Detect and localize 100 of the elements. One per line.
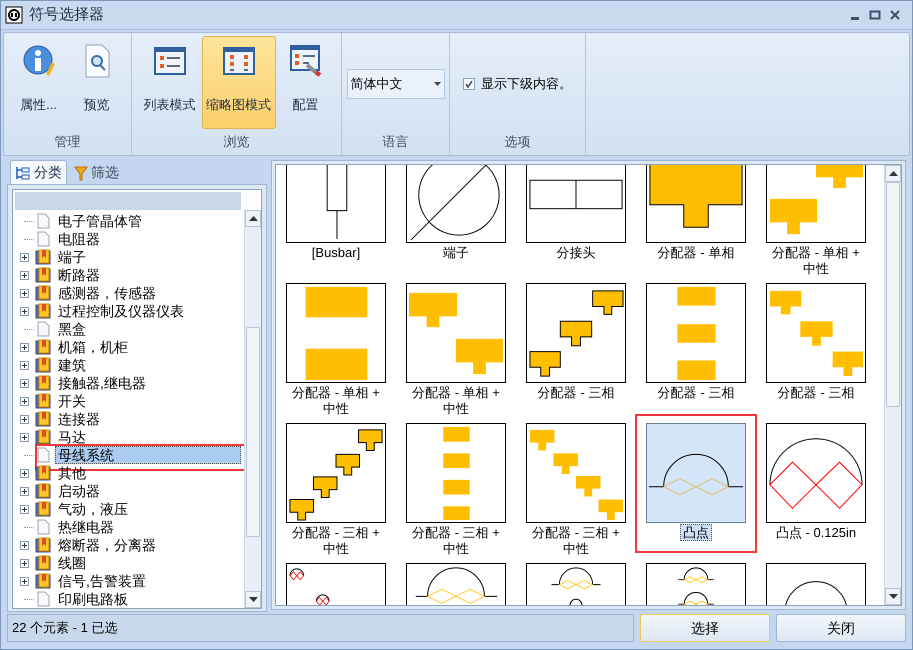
document-icon bbox=[35, 321, 51, 337]
expand-toggle[interactable] bbox=[20, 540, 28, 550]
expand-toggle[interactable] bbox=[20, 468, 28, 478]
symbol-thumbnail[interactable] bbox=[526, 165, 626, 243]
expand-toggle[interactable] bbox=[20, 270, 28, 280]
expand-toggle[interactable] bbox=[20, 396, 28, 406]
scroll-up-icon[interactable] bbox=[248, 216, 258, 221]
tree-item[interactable]: 熔断器，分离器 bbox=[55, 536, 159, 554]
tree-item[interactable]: 马达 bbox=[55, 428, 89, 446]
tab[interactable]: 分类 bbox=[10, 160, 67, 184]
book-icon bbox=[35, 393, 51, 409]
symbol-thumbnail[interactable] bbox=[646, 165, 746, 243]
symbol-thumbnail[interactable] bbox=[646, 423, 746, 523]
expand-toggle[interactable] bbox=[20, 378, 28, 388]
symbol-thumbnail[interactable] bbox=[526, 283, 626, 383]
language-dropdown[interactable]: 简体中文 bbox=[346, 69, 444, 99]
book-icon bbox=[35, 465, 51, 481]
dialog-button[interactable]: 关闭 bbox=[776, 614, 906, 642]
symbol-thumbnail[interactable] bbox=[286, 165, 386, 243]
expand-toggle[interactable] bbox=[20, 360, 28, 370]
symbol-label: 分配器 - 三相 + 中性 bbox=[531, 525, 621, 557]
book-icon bbox=[35, 411, 51, 427]
group-label: 语言 bbox=[382, 133, 408, 152]
scroll-up-icon[interactable] bbox=[888, 171, 898, 176]
symbol-label: 分配器 - 三相 bbox=[776, 385, 856, 401]
scrollbar[interactable] bbox=[884, 165, 901, 605]
tree-item[interactable]: 电子管晶体管 bbox=[55, 212, 145, 230]
book-icon bbox=[35, 357, 51, 373]
tree-item[interactable]: 连接器 bbox=[55, 410, 103, 428]
symbol-thumbnail[interactable] bbox=[406, 283, 506, 383]
maximize-icon[interactable] bbox=[868, 8, 882, 22]
tree-item[interactable]: 机箱，机柜 bbox=[55, 338, 131, 356]
expand-toggle[interactable] bbox=[20, 342, 28, 352]
document-icon bbox=[35, 519, 51, 535]
checkbox[interactable] bbox=[463, 78, 475, 90]
document-icon bbox=[35, 213, 51, 229]
tree-item[interactable]: 线圈 bbox=[55, 554, 89, 572]
expand-toggle[interactable] bbox=[20, 576, 28, 586]
close-icon[interactable] bbox=[888, 8, 902, 22]
info-icon bbox=[22, 44, 56, 78]
tree-item[interactable]: 母线系统 bbox=[55, 446, 241, 464]
book-icon bbox=[35, 573, 51, 589]
symbol-label: 分配器 - 单相 + 中性 bbox=[411, 385, 501, 417]
tree-item[interactable]: 断路器 bbox=[55, 266, 103, 284]
scroll-down-icon[interactable] bbox=[888, 594, 898, 599]
tree-item[interactable]: 电阻器 bbox=[55, 230, 103, 248]
expand-toggle[interactable] bbox=[20, 414, 28, 424]
tree-item[interactable]: 接触器,继电器 bbox=[55, 374, 149, 392]
book-icon bbox=[35, 375, 51, 391]
ribbon-button[interactable]: 缩略图模式 bbox=[202, 36, 276, 129]
book-icon bbox=[35, 267, 51, 283]
tree-item[interactable]: 印刷电路板 bbox=[55, 590, 131, 608]
expand-toggle[interactable] bbox=[20, 504, 28, 514]
book-icon bbox=[35, 249, 51, 265]
tree-item[interactable]: 开关 bbox=[55, 392, 89, 410]
status-text: 22 个元素 - 1 已选 bbox=[7, 614, 634, 642]
tree-item[interactable]: 建筑 bbox=[55, 356, 89, 374]
tree-item[interactable]: 感测器，传感器 bbox=[55, 284, 159, 302]
book-icon bbox=[35, 537, 51, 553]
checkbox-label: 显示下级内容。 bbox=[481, 75, 572, 94]
dialog-button[interactable]: 选择 bbox=[640, 614, 770, 642]
ribbon-button[interactable]: 预览 bbox=[68, 36, 124, 129]
expand-toggle[interactable] bbox=[20, 306, 28, 316]
symbol-label: 分配器 - 三相 bbox=[536, 385, 616, 401]
symbol-thumbnail[interactable] bbox=[766, 423, 866, 523]
expand-toggle[interactable] bbox=[20, 558, 28, 568]
ribbon-button[interactable]: 配置 bbox=[278, 36, 334, 129]
expand-toggle[interactable] bbox=[20, 486, 28, 496]
scroll-down-icon[interactable] bbox=[248, 597, 258, 602]
symbol-thumbnail[interactable] bbox=[406, 423, 506, 523]
symbol-label: 分配器 - 单相 + 中性 bbox=[291, 385, 381, 417]
symbol-thumbnail[interactable] bbox=[766, 165, 866, 243]
ribbon-button[interactable]: 列表模式 bbox=[140, 36, 200, 129]
symbol-drawing bbox=[784, 581, 848, 605]
app-icon bbox=[5, 6, 23, 24]
document-search-icon bbox=[82, 44, 110, 78]
expand-toggle[interactable] bbox=[20, 288, 28, 298]
scroll-thumb[interactable] bbox=[246, 327, 260, 537]
expand-toggle[interactable] bbox=[20, 252, 28, 262]
ribbon-button[interactable]: 属性... bbox=[10, 36, 66, 129]
tree-item[interactable]: 热继电器 bbox=[55, 518, 117, 536]
symbol-drawing bbox=[678, 567, 714, 605]
symbol-thumbnail[interactable] bbox=[766, 283, 866, 383]
symbol-label: 端子 bbox=[442, 245, 470, 261]
tree-item[interactable]: 端子 bbox=[55, 248, 89, 266]
tree-item[interactable]: 气动，液压 bbox=[55, 500, 131, 518]
settings-icon bbox=[290, 45, 322, 77]
symbol-thumbnail[interactable] bbox=[646, 283, 746, 383]
scroll-thumb[interactable] bbox=[886, 182, 900, 407]
expand-toggle[interactable] bbox=[20, 432, 28, 442]
tree-item[interactable]: 过程控制及仪器仪表 bbox=[55, 302, 187, 320]
scrollbar[interactable] bbox=[244, 210, 261, 608]
symbol-label: 凸点 - 0.125in bbox=[774, 525, 858, 541]
tab[interactable]: 筛选 bbox=[69, 160, 124, 184]
tree-item[interactable]: 信号,告警装置 bbox=[55, 572, 149, 590]
symbol-thumbnail[interactable] bbox=[286, 283, 386, 383]
tree-item[interactable]: 黑盒 bbox=[55, 320, 89, 338]
tree-item[interactable]: 启动器 bbox=[55, 482, 103, 500]
book-icon bbox=[35, 483, 51, 499]
funnel-icon bbox=[74, 164, 88, 180]
